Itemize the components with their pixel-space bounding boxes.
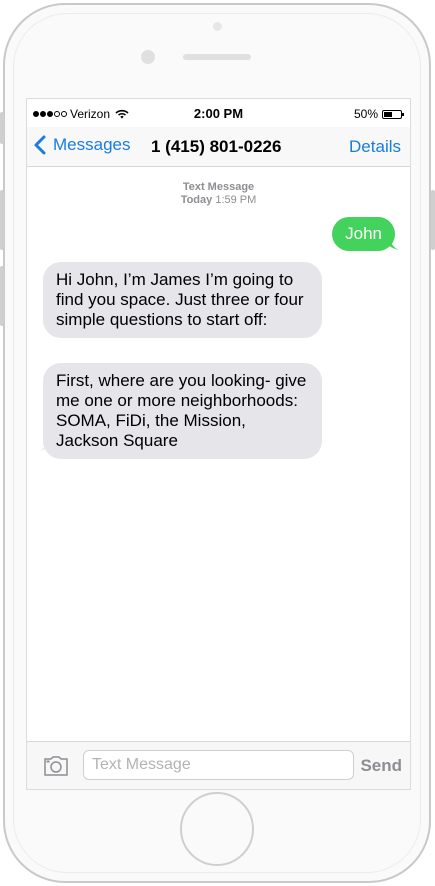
chevron-left-icon: [34, 135, 46, 155]
earpiece-speaker: [183, 54, 251, 60]
send-button[interactable]: Send: [360, 756, 402, 776]
message-input-bar: Send: [27, 741, 410, 789]
timestamp-header: Text Message Today 1:59 PM: [27, 181, 410, 207]
incoming-message-bubble[interactable]: First, where are you looking- give me on…: [43, 363, 322, 459]
battery-fill: [384, 111, 392, 117]
volume-down-button: [0, 266, 4, 326]
screen: Verizon 2:00 PM 50% Messages 1 (415) 801…: [26, 98, 411, 790]
back-button[interactable]: Messages: [33, 135, 130, 155]
timestamp-type: Text Message: [182, 181, 255, 193]
ring-switch: [0, 112, 4, 144]
nav-bar: Messages 1 (415) 801-0226 Details: [27, 127, 410, 167]
battery-icon: [382, 109, 404, 119]
back-label: Messages: [53, 135, 131, 154]
camera-icon[interactable]: [43, 756, 69, 776]
outgoing-bubble-tail: [384, 238, 399, 250]
status-right: 50%: [353, 107, 404, 121]
timestamp-line: Today 1:59 PM: [27, 194, 410, 207]
details-button[interactable]: Details: [349, 137, 401, 157]
timestamp-day: Today: [180, 194, 213, 206]
power-button: [431, 190, 435, 250]
incoming-message-bubble[interactable]: Hi John, I’m James I’m going to find you…: [43, 262, 322, 338]
status-bar: Verizon 2:00 PM 50%: [27, 99, 410, 127]
status-time: 2:00 PM: [193, 106, 244, 121]
front-camera: [141, 50, 155, 64]
contact-title: 1 (415) 801-0226: [151, 137, 282, 156]
proximity-sensor: [213, 22, 222, 31]
message-text-field[interactable]: [83, 750, 354, 780]
timestamp-time: 1:59 PM: [215, 194, 257, 206]
battery-percent: 50%: [353, 107, 378, 121]
message-thread[interactable]: Text Message Today 1:59 PM John Hi John,…: [27, 167, 410, 741]
volume-up-button: [0, 190, 4, 250]
home-button[interactable]: [180, 792, 254, 866]
incoming-bubble-tail: [39, 439, 54, 451]
